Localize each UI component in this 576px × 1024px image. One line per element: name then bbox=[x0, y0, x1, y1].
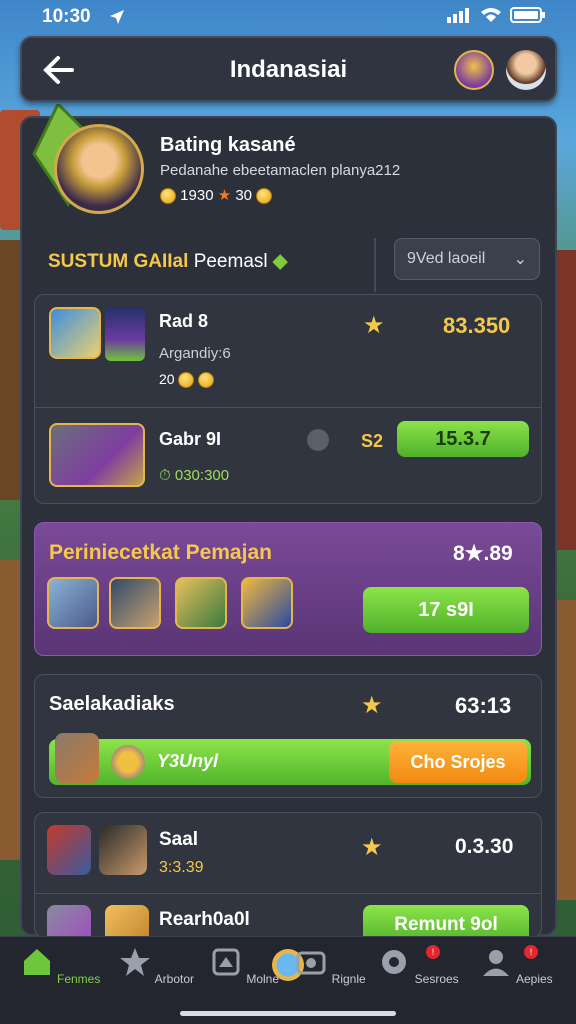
main-panel: Bating kasané Pedanahe ebeetamaclen plan… bbox=[20, 104, 557, 938]
nav-item-settings[interactable]: Sesroes ! bbox=[370, 945, 466, 986]
row-sub-value: 030:300 bbox=[174, 467, 230, 484]
row-sub2: 20 bbox=[159, 371, 215, 389]
profile-stars: 30 bbox=[235, 187, 253, 204]
top-app-bar: Indanasiai bbox=[20, 36, 557, 102]
list-item-score: 0.3.30 bbox=[455, 835, 514, 858]
player-list-card: Saal 3:3.39 ★ 0.3.30 Rearh0a0l Remunt 9o… bbox=[34, 812, 542, 938]
timer-icon: ⏱ bbox=[159, 467, 175, 484]
star-icon: ★ bbox=[361, 834, 383, 861]
nav-label: Aepies bbox=[515, 972, 553, 986]
character-portrait[interactable] bbox=[47, 825, 91, 875]
section-title-rest: Peemasl bbox=[193, 251, 268, 272]
character-portrait[interactable] bbox=[105, 905, 149, 937]
nav-label: Sesroes bbox=[414, 972, 459, 986]
profile-coins: 1930 bbox=[180, 187, 214, 204]
wifi-icon bbox=[481, 8, 501, 22]
featured-action-button[interactable]: 17 s9I bbox=[363, 587, 529, 633]
row-sub2-value: 20 bbox=[159, 371, 175, 387]
coin-icon bbox=[178, 372, 195, 389]
list-item-button[interactable]: Remunt 9ol bbox=[363, 905, 529, 937]
bottom-nav: Fenmes Arbotor Molne Rignle Sesroes ! Ae… bbox=[0, 936, 576, 1024]
row-sub: ⏱ 030:300 bbox=[159, 467, 229, 484]
profile-subtitle: Pedanahe ebeetamaclen planya212 bbox=[160, 162, 401, 179]
filter-dropdown-label: 9Ved laoeil bbox=[407, 250, 486, 267]
nav-item-globe[interactable]: Rignle bbox=[282, 945, 378, 986]
leaf-icon: ◆ bbox=[272, 251, 288, 272]
challenge-bar-label: Y3Unyl bbox=[157, 751, 219, 771]
challenge-title: Saelakadiaks bbox=[49, 693, 175, 715]
featured-title: Periniecetkat Pemajan bbox=[49, 541, 272, 564]
row-sub: Argandiy:6 bbox=[159, 345, 231, 362]
row-score: 83.350 bbox=[443, 313, 511, 338]
signal-icon bbox=[447, 8, 469, 23]
battery-icon bbox=[510, 7, 545, 23]
home-indicator[interactable] bbox=[180, 1011, 396, 1016]
profile-name: Bating kasané bbox=[160, 134, 296, 156]
section-title-highlight: SUSTUM GAIIal bbox=[48, 251, 189, 272]
nav-item-profile[interactable]: Aepies ! bbox=[468, 945, 564, 986]
owl-emblem-icon bbox=[111, 745, 145, 779]
status-bar: 10:30 bbox=[0, 0, 576, 34]
list-item-name: Rearh0a0l bbox=[159, 909, 250, 930]
row-value-button[interactable]: 15.3.7 bbox=[397, 421, 529, 457]
coin-icon bbox=[160, 188, 176, 205]
row-name: Gabr 9I bbox=[159, 429, 222, 449]
row-score-label: S2 bbox=[361, 431, 384, 451]
filter-dropdown[interactable]: 9Ved laoeil ⌄ bbox=[394, 238, 540, 280]
featured-card: Periniecetkat Pemajan 8★.89 17 s9I bbox=[34, 522, 542, 656]
notification-badge: ! bbox=[524, 945, 538, 959]
profile-stats: 1930 ★ 30 bbox=[160, 186, 273, 205]
section-title: SUSTUM GAIIal Peemasl ◆ bbox=[48, 250, 288, 273]
challenge-card: Saelakadiaks ★ 63:13 Y3Unyl Cho Srojes bbox=[34, 674, 542, 798]
challenge-progress-bar[interactable]: Y3Unyl Cho Srojes bbox=[49, 733, 531, 785]
section-divider bbox=[374, 238, 376, 292]
nav-label: Arbotor bbox=[154, 972, 195, 986]
star-icon bbox=[119, 948, 150, 976]
star-icon: ★ bbox=[361, 692, 383, 719]
row-name: Rad 8 bbox=[159, 311, 209, 331]
nav-label: Fenmes bbox=[56, 972, 101, 986]
coin-icon bbox=[198, 372, 215, 389]
list-item-sub: 3:3.39 bbox=[159, 859, 204, 876]
challenge-score: 63:13 bbox=[455, 693, 512, 718]
status-time: 10:30 bbox=[42, 6, 91, 27]
nav-label: Rignle bbox=[331, 972, 366, 986]
character-portrait[interactable] bbox=[49, 307, 101, 359]
list-divider bbox=[35, 893, 541, 894]
character-portrait[interactable] bbox=[241, 577, 293, 629]
character-portrait[interactable] bbox=[99, 825, 147, 875]
star-icon: ★ bbox=[217, 187, 236, 204]
nav-item-star[interactable]: Arbotor bbox=[108, 945, 204, 986]
chevron-down-icon: ⌄ bbox=[513, 251, 527, 268]
guild-badge-avatar[interactable] bbox=[454, 50, 494, 90]
coin-icon bbox=[256, 188, 273, 205]
character-portrait[interactable] bbox=[49, 423, 145, 487]
profile-avatar[interactable] bbox=[54, 124, 144, 214]
character-portrait[interactable] bbox=[175, 577, 227, 629]
star-icon: ★ bbox=[363, 312, 385, 339]
map-icon bbox=[212, 948, 240, 976]
challenge-action-button[interactable]: Cho Srojes bbox=[389, 741, 527, 783]
location-arrow-icon bbox=[110, 10, 124, 24]
lock-icon bbox=[307, 429, 329, 451]
character-portrait[interactable] bbox=[47, 905, 91, 937]
home-icon bbox=[23, 949, 50, 975]
raccoon-character-icon bbox=[55, 733, 99, 783]
nav-item-home[interactable]: Fenmes bbox=[12, 945, 108, 986]
list-item-name: Saal bbox=[159, 829, 199, 850]
character-portrait[interactable] bbox=[47, 577, 99, 629]
user-avatar[interactable] bbox=[506, 50, 546, 90]
settings-icon bbox=[382, 950, 407, 974]
mage-character-icon bbox=[105, 307, 145, 361]
notification-badge: ! bbox=[426, 945, 440, 959]
ranking-card: Rad 8 Argandiy:6 20 ★ 83.350 Gabr 9I ⏱ 0… bbox=[34, 294, 542, 504]
featured-score: 8★.89 bbox=[453, 542, 513, 565]
profile-icon bbox=[483, 950, 510, 976]
row-divider bbox=[35, 407, 541, 408]
character-portrait[interactable] bbox=[109, 577, 161, 629]
camera-icon bbox=[296, 951, 326, 975]
